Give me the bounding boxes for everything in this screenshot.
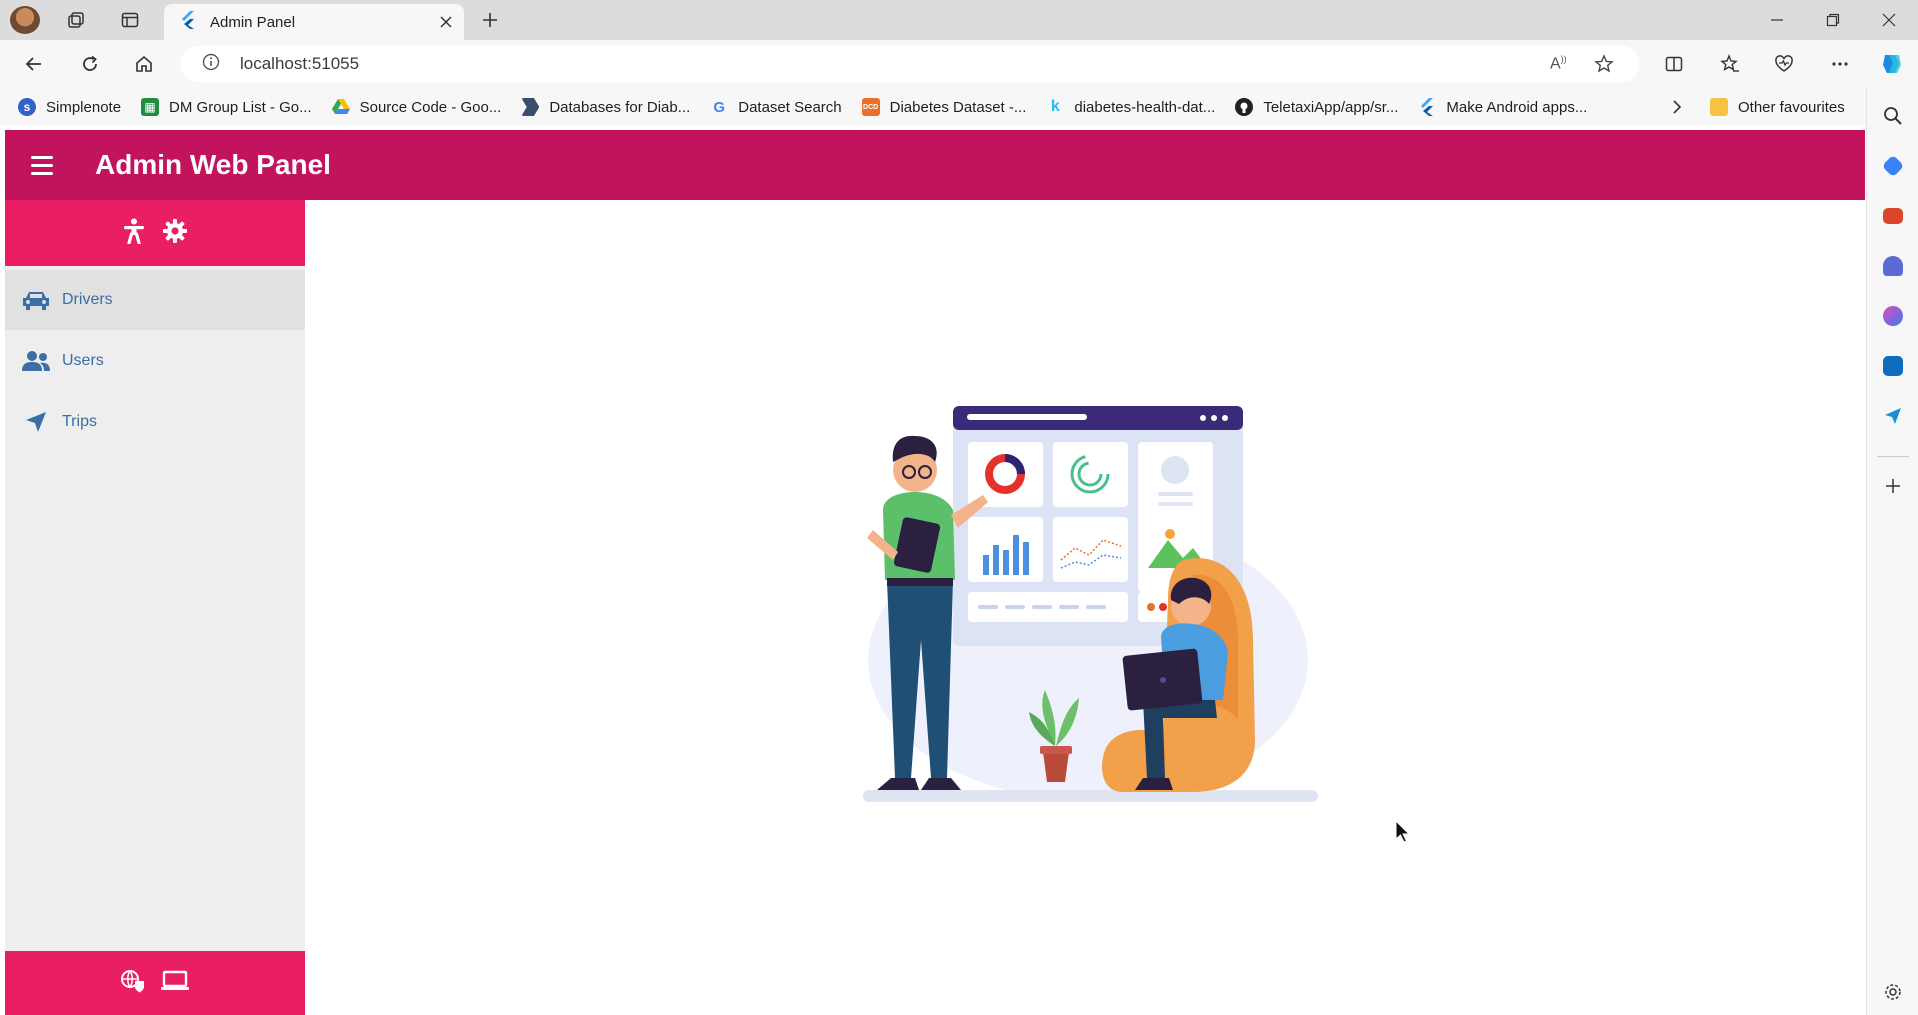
browser-tab-strip: Admin Panel (0, 0, 1918, 40)
workspaces-icon[interactable] (56, 0, 96, 40)
nav-item-trips[interactable]: Trips (5, 392, 305, 452)
copilot-icon[interactable] (1874, 46, 1910, 82)
nav-item-drivers[interactable]: Drivers (5, 270, 305, 330)
google-icon: G (713, 98, 726, 116)
bookmark-label: Databases for Diab... (549, 98, 691, 116)
web-shield-icon (120, 968, 146, 999)
bookmark-diabetes-dataset[interactable]: DCD Diabetes Dataset -... (852, 92, 1037, 122)
bookmark-label: Other favourites (1738, 98, 1845, 116)
bookmark-label: Dataset Search (738, 98, 842, 116)
add-icon[interactable] (1879, 472, 1907, 500)
bookmark-label: TeletaxiApp/app/sr... (1263, 98, 1399, 116)
bookmark-diabetes-health[interactable]: k diabetes-health-dat... (1036, 92, 1225, 122)
search-icon[interactable] (1879, 102, 1907, 130)
new-tab-button[interactable] (470, 4, 510, 36)
side-drawer: Drivers Users Trips (5, 200, 305, 1015)
kaggle-icon: k (1050, 98, 1060, 115)
address-bar[interactable]: localhost:51055 A)) (180, 46, 1640, 82)
bookmarks-overflow-chevron-icon[interactable] (1662, 88, 1692, 126)
outlook-icon[interactable] (1879, 352, 1907, 380)
hamburger-menu-icon[interactable] (27, 150, 57, 180)
drawer-header (5, 200, 305, 266)
sidebar-settings-icon[interactable] (1879, 978, 1907, 1006)
sidebar-divider (1877, 456, 1909, 457)
read-aloud-icon[interactable]: A)) (1550, 54, 1567, 73)
bookmark-label: Simplenote (46, 98, 122, 116)
bookmark-label: Make Android apps... (1446, 98, 1588, 116)
browser-essentials-icon[interactable] (1766, 46, 1802, 82)
close-tab-icon[interactable] (434, 10, 458, 34)
location-arrow-icon (19, 405, 53, 439)
bookmark-databases-diabetes[interactable]: Databases for Diab... (511, 92, 700, 122)
bookmarks-bar: s Simplenote ▦ DM Group List - Go... Sou… (0, 88, 1918, 126)
bookmark-teletaxi-github[interactable]: TeletaxiApp/app/sr... (1225, 92, 1408, 122)
nav-label-drivers: Drivers (62, 291, 113, 308)
bookmark-source-code[interactable]: Source Code - Goo... (322, 92, 512, 122)
home-icon[interactable] (126, 46, 162, 82)
bookmark-label: DM Group List - Go... (169, 98, 312, 116)
bookmark-simplenote[interactable]: s Simplenote (8, 92, 131, 122)
users-icon (19, 344, 53, 378)
dashboard-illustration (843, 400, 1333, 810)
favorites-icon[interactable] (1712, 46, 1748, 82)
accessibility-icon (122, 218, 146, 249)
car-icon (19, 283, 53, 317)
refresh-icon[interactable] (72, 46, 108, 82)
send-icon[interactable] (1879, 402, 1907, 430)
nav-label-trips: Trips (62, 413, 97, 430)
url-text: localhost:51055 (240, 54, 360, 73)
laptop-icon (160, 969, 190, 998)
tab-actions-icon[interactable] (110, 0, 150, 40)
browser-toolbar: localhost:51055 A)) (0, 40, 1918, 88)
back-icon[interactable] (16, 46, 52, 82)
bookmark-dm-group-list[interactable]: ▦ DM Group List - Go... (131, 92, 322, 122)
admin-app: Admin Web Panel Drivers Users Trips (5, 130, 1865, 1015)
profile-avatar[interactable] (10, 6, 40, 34)
microsoft-365-icon[interactable] (1879, 302, 1907, 330)
folder-icon (1710, 98, 1728, 116)
split-screen-icon[interactable] (1656, 46, 1692, 82)
app-bar: Admin Web Panel (5, 130, 1865, 200)
bookmark-other-favourites[interactable]: Other favourites (1700, 92, 1855, 122)
bookmark-label: Diabetes Dataset -... (889, 98, 1027, 116)
nav-item-users[interactable]: Users (5, 331, 305, 391)
restore-icon[interactable] (1806, 0, 1860, 40)
bookmark-icon (521, 98, 540, 116)
favorite-star-icon[interactable] (1594, 54, 1614, 79)
minimize-icon[interactable] (1750, 0, 1804, 40)
settings-gear-icon (162, 218, 188, 249)
bookmark-label: diabetes-health-dat... (1074, 98, 1216, 116)
drive-icon (331, 98, 350, 116)
more-options-icon[interactable] (1822, 46, 1858, 82)
games-icon[interactable] (1879, 252, 1907, 280)
mouse-cursor (1395, 819, 1411, 844)
site-info-icon[interactable] (202, 53, 220, 76)
flutter-icon (180, 10, 196, 34)
browser-tab-active[interactable]: Admin Panel (164, 4, 464, 40)
tools-icon[interactable] (1879, 202, 1907, 230)
simplenote-icon: s (18, 98, 36, 116)
bookmark-make-android-apps[interactable]: Make Android apps... (1408, 92, 1597, 122)
github-icon (1235, 98, 1254, 116)
shopping-tag-icon[interactable] (1879, 152, 1907, 180)
nav-label-users: Users (62, 352, 104, 369)
close-window-icon[interactable] (1862, 0, 1916, 40)
flutter-icon (1418, 98, 1436, 116)
bookmark-dataset-search[interactable]: G Dataset Search (700, 92, 851, 122)
bookmark-label: Source Code - Goo... (359, 98, 502, 116)
tab-title: Admin Panel (210, 13, 296, 31)
sheets-icon: ▦ (141, 98, 160, 116)
drawer-footer (5, 951, 305, 1015)
dcd-icon: DCD (861, 98, 880, 116)
app-title: Admin Web Panel (95, 149, 331, 180)
edge-sidebar (1866, 88, 1918, 1015)
